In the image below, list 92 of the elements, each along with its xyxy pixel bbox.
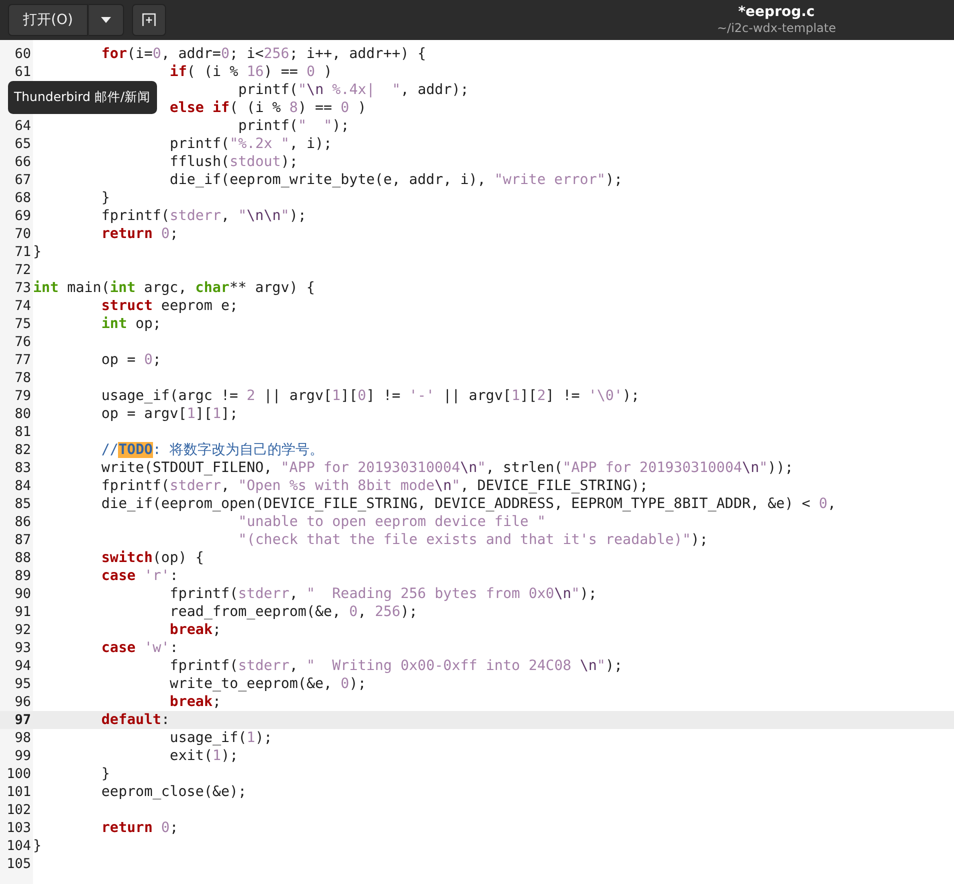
line-number: 92 [14,622,31,638]
line-number: 88 [14,550,31,566]
code-line: for(i=0, addr=0; i<256; i++, addr++) { [101,45,426,63]
open-button[interactable]: 打开(O) [8,4,88,36]
line-number: 85 [14,496,31,512]
line-number: 89 [14,568,31,584]
line-number: 74 [14,298,31,314]
line-number: 83 [14,460,31,476]
code-line: write_to_eeprom(&e, 0); [170,675,366,693]
line-number: 103 [6,820,31,836]
code-line: printf("%.2x ", i); [170,135,332,153]
code-line: case 'r': [101,567,178,585]
line-number: 82 [14,442,31,458]
code-line: case 'w': [101,639,178,657]
line-number: 77 [14,352,31,368]
code-line: int op; [101,315,162,333]
line-number: 73 [14,280,31,296]
line-number: 61 [14,64,31,80]
code-line: break; [170,621,222,639]
line-number: 71 [14,244,31,260]
line-number: 60 [14,46,31,62]
code-line: "unable to open eeprom device file " [238,513,546,531]
code-line: struct eeprom e; [101,297,238,315]
line-number: 65 [14,136,31,152]
code-line: } [33,837,42,855]
line-number: 66 [14,154,31,170]
code-line: usage_if(argc != 2 || argv[1][0] != '-' || argv[1][2] != '\0'); [101,387,640,405]
line-number: 95 [14,676,31,692]
code-line: op = argv[1][1]; [101,405,238,423]
line-number: 90 [14,586,31,602]
code-line: die_if(eeprom_write_byte(e, addr, i), "write error"); [170,171,623,189]
new-tab-icon [142,13,156,27]
code-line: fprintf(stderr, " Reading 256 bytes from 0x0\n"); [170,585,597,603]
line-number: 84 [14,478,31,494]
code-line: usage_if(1); [170,729,272,747]
code-line: switch(op) { [101,549,204,567]
code-line: fflush(stdout); [170,153,298,171]
line-number: 69 [14,208,31,224]
line-number: 87 [14,532,31,548]
line-number: 100 [6,766,31,782]
line-number: 104 [6,838,31,854]
line-number: 102 [6,802,31,818]
code-line: } [33,243,42,261]
line-number: 70 [14,226,31,242]
line-number: 97 [14,712,31,728]
code-line: default: [101,711,170,729]
line-number: 72 [14,262,31,278]
new-tab-button[interactable] [132,4,166,36]
code-line: printf(" "); [238,117,350,135]
window-subtitle: ~/i2c-wdx-template [716,21,836,36]
code-line: } [101,189,110,207]
line-number: 80 [14,406,31,422]
code-line: fprintf(stderr, "\n\n"); [101,207,306,225]
line-number: 105 [6,856,31,872]
line-number: 79 [14,388,31,404]
code-line: return 0; [101,225,178,243]
line-number: 98 [14,730,31,746]
line-number: 96 [14,694,31,710]
line-number: 93 [14,640,31,656]
code-line: write(STDOUT_FILENO, "APP for 201930310004\n", strlen("APP for 201930310004\n")); [101,459,794,477]
line-number: 67 [14,172,31,188]
code-line: } [101,765,110,783]
code-line: else if( (i % 8) == 0 ) [170,99,366,117]
line-number: 91 [14,604,31,620]
line-number: 94 [14,658,31,674]
window-title: *eeprog.c [738,4,815,21]
line-number: 76 [14,334,31,350]
code-line: "(check that the file exists and that it's readable)"); [238,531,708,549]
code-line: //TODO: 将数字改为自己的学号。 [101,441,324,459]
code-line: op = 0; [101,351,162,369]
code-line: printf("\n %.4x| ", addr); [238,81,469,99]
caret-icon [100,17,111,23]
line-number: 99 [14,748,31,764]
code-line: fprintf(stderr, "Open %s with 8bit mode\n", DEVICE_FILE_STRING); [101,477,648,495]
code-line: if( (i % 16) == 0 ) [170,63,332,81]
line-number: 86 [14,514,31,530]
code-line: die_if(eeprom_open(DEVICE_FILE_STRING, DEVICE_ADDRESS, EEPROM_TYPE_8BIT_ADDR, &e) < 0, [101,495,836,513]
line-number: 81 [14,424,31,440]
tooltip: Thunderbird 邮件/新闻 [8,81,157,114]
code-line: eeprom_close(&e); [101,783,247,801]
code-line: exit(1); [170,747,238,765]
code-line: return 0; [101,819,178,837]
dropdown-button[interactable] [88,4,124,36]
code-line: read_from_eeprom(&e, 0, 256); [170,603,418,621]
code-line: int main(int argc, char** argv) { [33,279,315,297]
code-line: fprintf(stderr, " Writing 0x00-0xff into 24C08 \n"); [170,657,623,675]
line-number: 64 [14,118,31,134]
line-number: 78 [14,370,31,386]
line-number: 101 [6,784,31,800]
line-number: 75 [14,316,31,332]
line-number: 68 [14,190,31,206]
code-line: break; [170,693,222,711]
